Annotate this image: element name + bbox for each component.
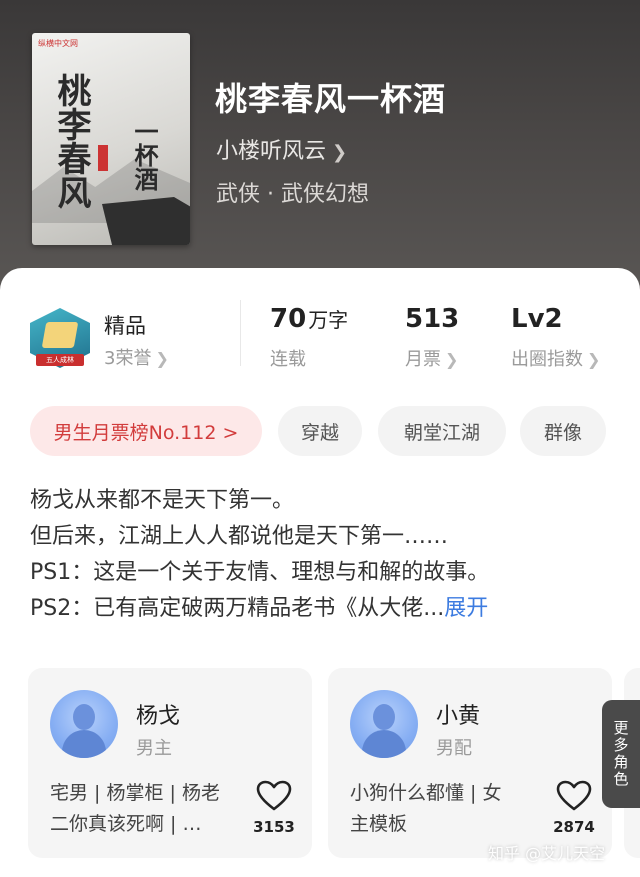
- character-name: 小黄: [436, 704, 481, 729]
- book-info-card: 五人成林 精品 3荣誉 ❯ 70 万字 连载 513 月票 ❯ Lv2 出圈指数 ❯ 男…: [0, 268, 640, 877]
- character-avatar: [50, 690, 118, 758]
- quality-label: 精品: [104, 314, 146, 338]
- book-cover-image[interactable]: 纵横中文网 桃李春风 一杯酒: [32, 33, 190, 245]
- book-header: 纵横中文网 桃李春风 一杯酒 桃李春风一杯酒 小楼听风云 ❯ 武侠 · 武侠幻想: [0, 0, 640, 300]
- cover-title-side: 一杯酒: [130, 119, 159, 191]
- level-label: 出圈指数: [511, 349, 583, 370]
- medal-ribbon: 五人成林: [36, 354, 84, 366]
- word-count-number: 70: [270, 304, 307, 334]
- book-title: 桃李春风一杯酒: [215, 80, 447, 118]
- heart-icon[interactable]: [556, 780, 592, 812]
- stats-divider: [240, 300, 241, 366]
- character-role-type: 男配: [436, 738, 472, 759]
- monthly-tickets-label: 月票: [405, 349, 441, 370]
- monthly-tickets-link[interactable]: 月票 ❯: [405, 345, 458, 371]
- character-name: 杨戈: [136, 704, 181, 729]
- watermark: 知乎 @艾儿天空: [488, 844, 606, 863]
- character-card[interactable]: 杨戈 男主 宅男 | 杨掌柜 | 杨老 二你真该死啊 | … 3153: [28, 668, 312, 858]
- author-link[interactable]: 小楼听风云 ❯: [216, 133, 347, 165]
- word-count: 70 万字: [270, 304, 348, 334]
- description-line: 杨戈从来都不是天下第一。: [30, 488, 295, 513]
- character-tags-line: 小狗什么都懂 | 女: [350, 782, 502, 804]
- more-characters-button[interactable]: 更多角色: [602, 700, 640, 808]
- cover-red-seal: [98, 145, 108, 171]
- heart-icon[interactable]: [256, 780, 292, 812]
- character-like-count: 3153: [253, 818, 295, 836]
- level-link[interactable]: 出圈指数 ❯: [511, 345, 600, 371]
- avatar-head: [373, 704, 395, 730]
- character-card[interactable]: 小黄 男配 小狗什么都懂 | 女 主模板 2874: [328, 668, 612, 858]
- tag-chip[interactable]: 群像: [520, 406, 606, 456]
- character-list: 杨戈 男主 宅男 | 杨掌柜 | 杨老 二你真该死啊 | … 3153 小黄 男…: [28, 668, 640, 868]
- book-genre: 武侠 · 武侠幻想: [216, 182, 369, 207]
- character-avatar: [350, 690, 418, 758]
- description-line-last: PS2：已有高定破两万精品老书《从大佬...展开: [30, 591, 620, 627]
- level-value: Lv2: [511, 304, 563, 334]
- character-tags: 小狗什么都懂 | 女 主模板: [350, 778, 546, 840]
- rank-tag[interactable]: 男生月票榜No.112 >: [30, 406, 262, 456]
- character-tags-line: 主模板: [350, 813, 408, 835]
- author-name: 小楼听风云: [216, 139, 327, 164]
- character-tags-line: 宅男 | 杨掌柜 | 杨老: [50, 782, 220, 804]
- chevron-right-icon: ❯: [332, 142, 348, 163]
- chevron-right-icon: ❯: [445, 350, 459, 369]
- description-line: 但后来，江湖上人人都说他是天下第一……: [30, 524, 449, 549]
- stats-row: 五人成林 精品 3荣誉 ❯ 70 万字 连载 513 月票 ❯ Lv2 出圈指数 ❯: [0, 268, 640, 378]
- honors-count: 3荣誉: [104, 348, 152, 369]
- chevron-right-icon: ❯: [155, 349, 169, 368]
- avatar-head: [73, 704, 95, 730]
- quality-medal-icon[interactable]: 五人成林: [30, 308, 90, 368]
- character-tags: 宅男 | 杨掌柜 | 杨老 二你真该死啊 | …: [50, 778, 246, 840]
- serial-status: 连载: [270, 349, 306, 370]
- avatar-body: [62, 730, 106, 758]
- chevron-right-icon: ❯: [587, 350, 601, 369]
- tag-chip[interactable]: 朝堂江湖: [378, 406, 506, 456]
- description-line: PS2：已有高定破两万精品老书《从大佬...: [30, 596, 445, 621]
- description-line: PS1：这是一个关于友情、理想与和解的故事。: [30, 560, 490, 585]
- book-description: 杨戈从来都不是天下第一。 但后来，江湖上人人都说他是天下第一…… PS1：这是一…: [30, 483, 620, 627]
- cover-publisher-logo: 纵横中文网: [38, 39, 78, 48]
- honors-link[interactable]: 3荣誉 ❯: [104, 344, 169, 370]
- character-role-type: 男主: [136, 738, 172, 759]
- medal-emblem: [41, 322, 79, 348]
- avatar-body: [362, 730, 406, 758]
- character-like-count: 2874: [553, 818, 595, 836]
- cover-title-main: 桃李春风: [51, 73, 91, 209]
- monthly-tickets-count: 513: [405, 304, 460, 334]
- word-count-unit: 万字: [308, 308, 349, 332]
- tag-chip[interactable]: 穿越: [278, 406, 362, 456]
- expand-description-button[interactable]: 展开: [444, 596, 488, 621]
- character-tags-line: 二你真该死啊 | …: [50, 813, 202, 835]
